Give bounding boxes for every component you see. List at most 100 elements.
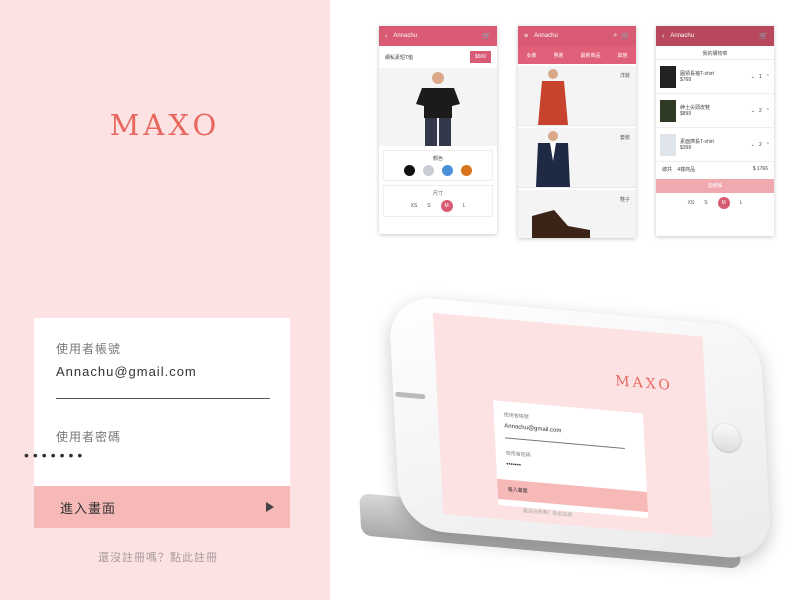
chevron-down-icon[interactable]: ⌄ [751,108,755,114]
search-icon[interactable]: ⌕ [613,32,617,40]
swatch-orange[interactable] [461,165,472,176]
product-header: ‹ Annachu 🛒 [379,26,497,46]
menu-icon[interactable]: ≡ [524,33,528,40]
size-option[interactable]: S [704,200,707,206]
back-icon[interactable]: ‹ [385,33,387,40]
price-tag[interactable]: $500 [469,51,491,63]
speaker-icon [395,391,426,400]
suit-image [536,131,570,187]
mockup-password-label: 使用者密碼 [505,450,531,459]
product-suit[interactable]: 套裝 [518,128,636,188]
password-input[interactable]: ••••••• [24,447,86,463]
cart-item-qty: 2 [759,141,762,148]
cart-item-qty: 1 [759,73,762,80]
mockup-password-dots: ••••••• [506,461,522,469]
cart-total-value: $ 1766 [752,166,768,172]
mockup-underline [504,437,625,449]
phone-mockup: MAXO 使用者帳號 Annachu@gmail.com 使用者密碼 •••••… [388,294,772,562]
cart-item-price: $899 [680,111,692,117]
phone-screen: MAXO 使用者帳號 Annachu@gmail.com 使用者密碼 •••••… [432,312,713,538]
color-swatches [384,165,492,176]
size-option[interactable]: L [740,200,743,206]
size-options: XS S M L [656,197,774,209]
login-panel: MAXO 使用者帳號 Annachu@gmail.com 使用者密碼 •••••… [0,0,330,600]
mockup-brand-logo: MAXO [614,372,674,395]
size-option[interactable]: L [463,203,466,209]
username-label: 使用者帳號 [56,342,122,356]
product-header-title: Annachu [393,33,418,39]
product-dress[interactable]: 洋裝 [518,66,636,126]
size-option[interactable]: XS [688,200,695,206]
tab-women[interactable]: 女裝 [526,52,536,59]
cart-total-row: 總共 4樣商品 $ 1766 [656,162,774,177]
chevron-down-icon[interactable]: ⌄ [751,74,755,80]
chevron-down-icon[interactable]: ⌄ [751,142,755,148]
dress-image [538,69,568,125]
register-link[interactable]: 還沒註冊嗎？點此註冊 [0,549,316,565]
product-name: 洋裝 [619,73,630,79]
size-option-selected[interactable]: M [717,197,730,209]
cart-item[interactable]: 圓領長袖T-shirt $768 ⌄ 1 ⌃ [656,60,774,94]
category-tabs: 女裝 男裝 最新商品 其他 [518,46,636,64]
mockup-username-label: 使用者帳號 [503,412,529,421]
swatch-black[interactable] [404,165,415,176]
catalog-header-title: Annachu [534,33,558,39]
catalog-screen: ≡ Annachu ⌕ 🛒 女裝 男裝 最新商品 其他 洋裝 套裝 鞋子 [518,26,636,238]
size-option[interactable]: S [427,203,430,209]
cart-item-name: 素面擠長T-shirt [680,139,714,145]
tab-new[interactable]: 最新商品 [580,52,600,59]
cart-item-thumb [660,65,676,88]
cart-header: ‹ Annachu 🛒 [656,26,774,46]
product-photo [379,68,497,146]
shoes-image [532,210,590,238]
tshirt-model-image [416,72,460,146]
home-button-icon [710,421,743,455]
password-label: 使用者密碼 [56,430,122,444]
cart-header-title: Annachu [670,33,695,39]
enter-button-label: 進入畫面 [60,500,117,516]
back-icon[interactable]: ‹ [662,33,664,40]
size-section: 尺寸 XS S M L [383,185,493,217]
username-underline [56,398,270,399]
cart-item-count: 4樣商品 [677,167,696,173]
swatch-blue[interactable] [442,165,453,176]
product-title-row: 網私素短T恤 $500 [379,46,497,68]
size-options: XS S M L [384,200,492,212]
product-title: 網私素短T恤 [385,54,414,61]
size-option-selected[interactable]: M [440,200,453,212]
mockup-username-value: Annachu@gmail.com [504,423,562,435]
checkout-button[interactable]: 去結帳 [656,179,774,193]
size-label: 尺寸 [432,191,443,197]
product-name: 套裝 [619,135,630,141]
color-label: 顏色 [432,156,443,162]
color-section: 顏色 [383,150,493,181]
cart-subtitle: 我的購物車 [656,46,774,60]
enter-button[interactable]: 進入畫面 [34,486,290,528]
cart-icon[interactable]: 🛒 [482,32,491,40]
cart-item-name: 紳士尖頭皮鞋 [680,105,711,111]
catalog-header: ≡ Annachu ⌕ 🛒 [518,26,636,46]
cart-total-label: 總共 [662,167,673,173]
chevron-up-icon[interactable]: ⌃ [766,108,770,114]
cart-item-price: $768 [680,77,692,83]
cart-item-name: 圓領長袖T-shirt [680,71,714,77]
swatch-gray[interactable] [423,165,434,176]
product-detail-screen: ‹ Annachu 🛒 網私素短T恤 $500 顏色 尺寸 XS S M L [379,26,497,234]
cart-item-thumb [660,133,676,156]
size-option[interactable]: XS [411,203,418,209]
cart-item-qty: 2 [759,107,762,114]
cart-item-price: $398 [680,145,692,151]
username-input[interactable]: Annachu@gmail.com [56,364,197,379]
brand-logo: MAXO [109,108,221,142]
chevron-up-icon[interactable]: ⌃ [766,74,770,80]
tab-men[interactable]: 男裝 [553,52,563,59]
tab-other[interactable]: 其他 [617,52,627,59]
cart-icon[interactable]: 🛒 [621,32,630,40]
product-shoes[interactable]: 鞋子 [518,190,636,238]
cart-icon[interactable]: 🛒 [759,32,768,40]
play-icon [266,502,274,512]
product-name: 鞋子 [619,197,630,203]
cart-item[interactable]: 素面擠長T-shirt $398 ⌄ 2 ⌃ [656,128,774,162]
cart-item[interactable]: 紳士尖頭皮鞋 $899 ⌄ 2 ⌃ [656,94,774,128]
chevron-up-icon[interactable]: ⌃ [766,142,770,148]
